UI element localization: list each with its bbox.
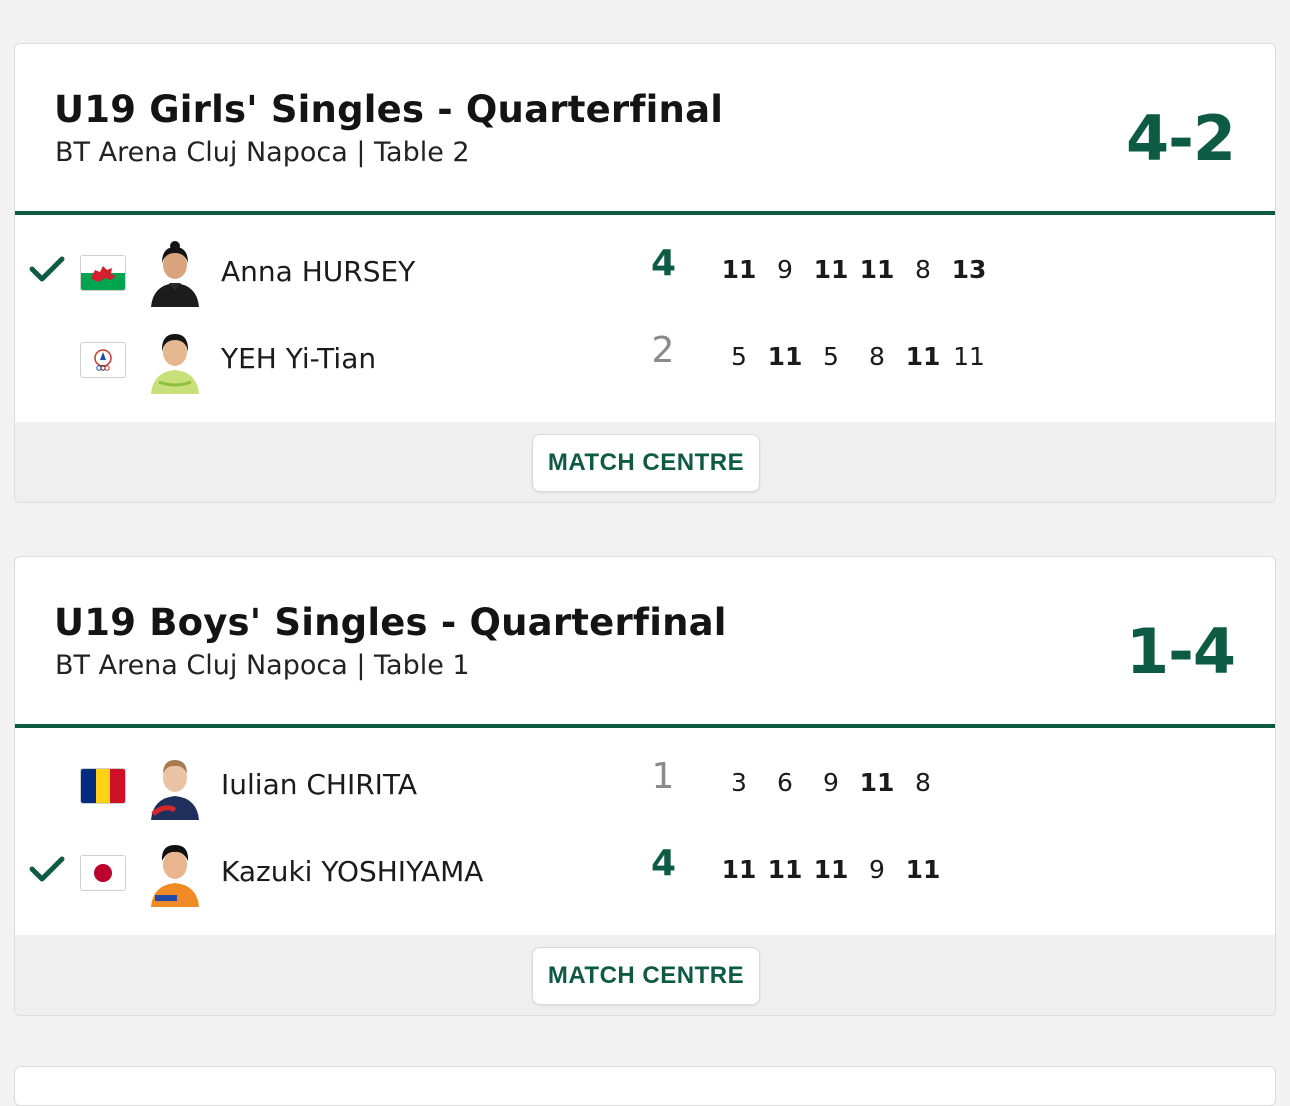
match-centre-button[interactable]: MATCH CENTRE — [532, 434, 760, 492]
player-row: Iulian CHIRITA 1 3 6 9 11 8 — [15, 740, 1275, 830]
match-venue: BT Arena Cluj Napoca | Table 2 — [55, 137, 470, 168]
set-score: 11 — [905, 855, 941, 884]
match-title: U19 Boys' Singles - Quarterfinal — [54, 601, 727, 644]
match-header: U19 Boys' Singles - Quarterfinal BT Aren… — [15, 557, 1275, 725]
card-footer: MATCH CENTRE — [15, 422, 1275, 502]
player-avatar — [145, 839, 205, 907]
card-footer: MATCH CENTRE — [15, 935, 1275, 1015]
set-score: 9 — [777, 255, 793, 284]
player-name[interactable]: YEH Yi-Tian — [221, 342, 376, 375]
match-centre-button[interactable]: MATCH CENTRE — [532, 947, 760, 1005]
player-row: Anna HURSEY 4 11 9 11 11 8 13 — [15, 227, 1275, 317]
header-divider — [15, 724, 1275, 728]
set-score: 11 — [905, 342, 941, 371]
checkmark-icon — [29, 856, 65, 882]
player-name[interactable]: Anna HURSEY — [221, 255, 415, 288]
set-score: 8 — [869, 342, 885, 371]
set-score: 13 — [951, 255, 987, 284]
player-row: Kazuki YOSHIYAMA 4 11 11 11 9 11 — [15, 827, 1275, 917]
chinese-taipei-flag-icon — [80, 342, 126, 378]
match-header: U19 Girls' Singles - Quarterfinal BT Are… — [15, 44, 1275, 212]
set-score: 8 — [915, 255, 931, 284]
set-score: 5 — [731, 342, 747, 371]
games-won: 1 — [651, 756, 675, 797]
header-divider — [15, 211, 1275, 215]
match-score: 4-2 — [1125, 102, 1236, 175]
match-title: U19 Girls' Singles - Quarterfinal — [54, 88, 724, 131]
checkmark-icon — [29, 256, 65, 282]
set-score: 11 — [767, 342, 803, 371]
set-score: 11 — [859, 255, 895, 284]
games-won: 4 — [651, 243, 677, 284]
player-row: YEH Yi-Tian 2 5 11 5 8 11 11 — [15, 314, 1275, 404]
match-score: 1-4 — [1125, 615, 1236, 688]
set-score: 11 — [813, 255, 849, 284]
set-score: 9 — [869, 855, 885, 884]
wales-flag-icon — [80, 255, 126, 291]
match-card: U19 Boys' Singles - Quarterfinal BT Aren… — [14, 556, 1276, 1016]
match-card: U19 Girls' Singles - Quarterfinal BT Are… — [14, 43, 1276, 503]
set-score: 11 — [859, 768, 895, 797]
set-score: 3 — [731, 768, 747, 797]
player-avatar — [145, 326, 205, 394]
player-avatar — [145, 239, 205, 307]
set-score: 11 — [767, 855, 803, 884]
set-score: 8 — [915, 768, 931, 797]
set-score: 6 — [777, 768, 793, 797]
match-venue: BT Arena Cluj Napoca | Table 1 — [55, 650, 470, 681]
set-score: 11 — [953, 342, 985, 371]
games-won: 2 — [651, 330, 675, 371]
games-won: 4 — [651, 843, 677, 884]
match-card — [14, 1066, 1276, 1106]
set-score: 5 — [823, 342, 839, 371]
japan-flag-icon — [80, 855, 126, 891]
set-score: 11 — [721, 855, 757, 884]
romania-flag-icon — [80, 768, 126, 804]
set-score: 11 — [813, 855, 849, 884]
player-name[interactable]: Kazuki YOSHIYAMA — [221, 855, 483, 888]
player-avatar — [145, 752, 205, 820]
set-score: 9 — [823, 768, 839, 797]
player-name[interactable]: Iulian CHIRITA — [221, 768, 417, 801]
set-score: 11 — [721, 255, 757, 284]
